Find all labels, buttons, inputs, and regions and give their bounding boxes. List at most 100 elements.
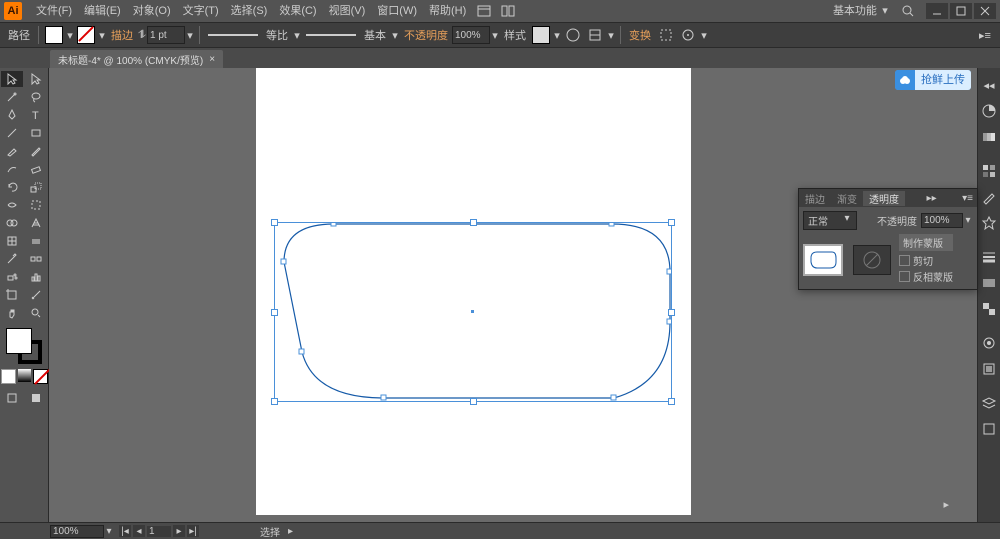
align-icon[interactable] — [586, 26, 604, 44]
bbox-handle-tl[interactable] — [271, 219, 278, 226]
swatches-panel-icon[interactable] — [980, 162, 998, 180]
close-tab-icon[interactable]: × — [209, 54, 215, 65]
fill-color-box[interactable] — [6, 328, 32, 354]
arrange-icon[interactable] — [499, 4, 517, 18]
panel-tab-stroke[interactable]: 描边 — [799, 191, 831, 206]
transparency-panel-icon[interactable] — [980, 300, 998, 318]
pen-tool[interactable] — [1, 107, 23, 123]
chevron-down-icon[interactable]: ▾ — [490, 30, 500, 40]
artboards-panel-icon[interactable] — [980, 420, 998, 438]
canvas-area[interactable]: 抢鲜上传 — [49, 68, 977, 529]
zoom-tool[interactable] — [25, 305, 47, 321]
first-artboard-button[interactable]: |◂ — [119, 525, 131, 537]
bbox-handle-tr[interactable] — [668, 219, 675, 226]
column-graph-tool[interactable] — [25, 269, 47, 285]
stroke-label[interactable]: 描边 — [107, 27, 137, 43]
layers-panel-icon[interactable] — [980, 394, 998, 412]
search-icon[interactable] — [899, 4, 917, 18]
hand-tool[interactable] — [1, 305, 23, 321]
fill-stroke-control[interactable] — [6, 328, 42, 364]
object-thumbnail[interactable] — [803, 244, 843, 276]
next-artboard-button[interactable]: ▸ — [173, 525, 185, 537]
stepper-icon[interactable]: ⥮ — [137, 30, 147, 40]
scroll-arrow-icon[interactable]: ▸ — [943, 498, 949, 511]
panel-opacity-input[interactable]: 100% — [921, 213, 963, 228]
bbox-handle-bl[interactable] — [271, 398, 278, 405]
width-tool[interactable] — [1, 197, 23, 213]
variable-width-label[interactable]: 等比 — [262, 27, 292, 43]
clip-checkbox[interactable]: 剪切 — [899, 253, 953, 268]
chevron-down-icon[interactable]: ▾ — [65, 30, 75, 40]
color-mode-none[interactable] — [33, 369, 48, 384]
screen-mode-normal[interactable] — [1, 390, 23, 406]
chevron-down-icon[interactable]: ▾ — [97, 30, 107, 40]
zoom-level-input[interactable]: 100% — [50, 525, 104, 538]
magic-wand-tool[interactable] — [1, 89, 23, 105]
chevron-down-icon[interactable]: ▾ — [606, 30, 616, 40]
shape-builder-tool[interactable] — [1, 215, 23, 231]
chevron-down-icon[interactable]: ▾ — [292, 30, 302, 40]
color-mode-solid[interactable] — [1, 369, 16, 384]
panel-menu-icon[interactable]: ▸≡ — [976, 26, 994, 44]
invert-mask-checkbox[interactable]: 反相蒙版 — [899, 269, 953, 284]
maximize-button[interactable] — [950, 3, 972, 19]
symbol-sprayer-tool[interactable] — [1, 269, 23, 285]
mask-thumbnail[interactable] — [853, 245, 891, 275]
color-panel-icon[interactable] — [980, 102, 998, 120]
color-guide-panel-icon[interactable] — [980, 128, 998, 146]
opacity-input[interactable] — [452, 26, 490, 44]
eraser-tool[interactable] — [25, 161, 47, 177]
panel-tab-gradient[interactable]: 渐变 — [831, 191, 863, 206]
expand-dock-icon[interactable]: ◂◂ — [980, 76, 998, 94]
style-swatch[interactable] — [532, 26, 550, 44]
selection-tool[interactable] — [1, 71, 23, 87]
screen-mode-toggle[interactable] — [25, 390, 47, 406]
last-artboard-button[interactable]: ▸| — [187, 525, 199, 537]
fill-swatch[interactable] — [45, 26, 63, 44]
prev-artboard-button[interactable]: ◂ — [133, 525, 145, 537]
appearance-panel-icon[interactable] — [980, 334, 998, 352]
menu-view[interactable]: 视图(V) — [323, 0, 372, 22]
artboard-number-input[interactable]: 1 — [147, 526, 171, 537]
rectangle-tool[interactable] — [25, 125, 47, 141]
gradient-tool[interactable] — [25, 233, 47, 249]
mesh-tool[interactable] — [1, 233, 23, 249]
transform-label[interactable]: 变换 — [625, 27, 655, 43]
panel-collapse-icon[interactable]: ▸▸ — [923, 193, 941, 204]
menu-type[interactable]: 文字(T) — [177, 0, 225, 22]
selected-path[interactable] — [274, 222, 672, 402]
perspective-grid-tool[interactable] — [25, 215, 47, 231]
brush-label[interactable]: 基本 — [360, 27, 390, 43]
workspace-switcher[interactable]: 基本功能 ▾ — [827, 0, 896, 22]
lasso-tool[interactable] — [25, 89, 47, 105]
rotate-tool[interactable] — [1, 179, 23, 195]
status-menu-icon[interactable]: ▸ — [288, 526, 293, 537]
transform-icon[interactable] — [657, 26, 675, 44]
recolor-icon[interactable] — [564, 26, 582, 44]
chevron-down-icon[interactable]: ▾ — [699, 30, 709, 40]
chevron-down-icon[interactable]: ▾ — [552, 30, 562, 40]
document-tab[interactable]: 未标题-4* @ 100% (CMYK/预览) × — [50, 50, 223, 68]
chevron-down-icon[interactable]: ▾ — [390, 30, 400, 40]
symbols-panel-icon[interactable] — [980, 214, 998, 232]
make-mask-button[interactable]: 制作蒙版 — [899, 234, 953, 251]
type-tool[interactable]: T — [25, 107, 47, 123]
bbox-handle-tm[interactable] — [470, 219, 477, 226]
menu-select[interactable]: 选择(S) — [225, 0, 274, 22]
slice-tool[interactable] — [25, 287, 47, 303]
isolate-icon[interactable] — [679, 26, 697, 44]
bridge-icon[interactable] — [475, 4, 493, 18]
free-transform-tool[interactable] — [25, 197, 47, 213]
menu-help[interactable]: 帮助(H) — [423, 0, 472, 22]
stroke-weight-input[interactable] — [147, 26, 185, 44]
bbox-handle-bm[interactable] — [470, 398, 477, 405]
chevron-down-icon[interactable]: ▾ — [104, 526, 114, 536]
color-mode-gradient[interactable] — [18, 369, 31, 382]
opacity-label[interactable]: 不透明度 — [400, 27, 452, 43]
scale-tool[interactable] — [25, 179, 47, 195]
bbox-handle-mr[interactable] — [668, 309, 675, 316]
blob-brush-tool[interactable] — [1, 161, 23, 177]
minimize-button[interactable] — [926, 3, 948, 19]
line-tool[interactable] — [1, 125, 23, 141]
menu-effect[interactable]: 效果(C) — [273, 0, 322, 22]
